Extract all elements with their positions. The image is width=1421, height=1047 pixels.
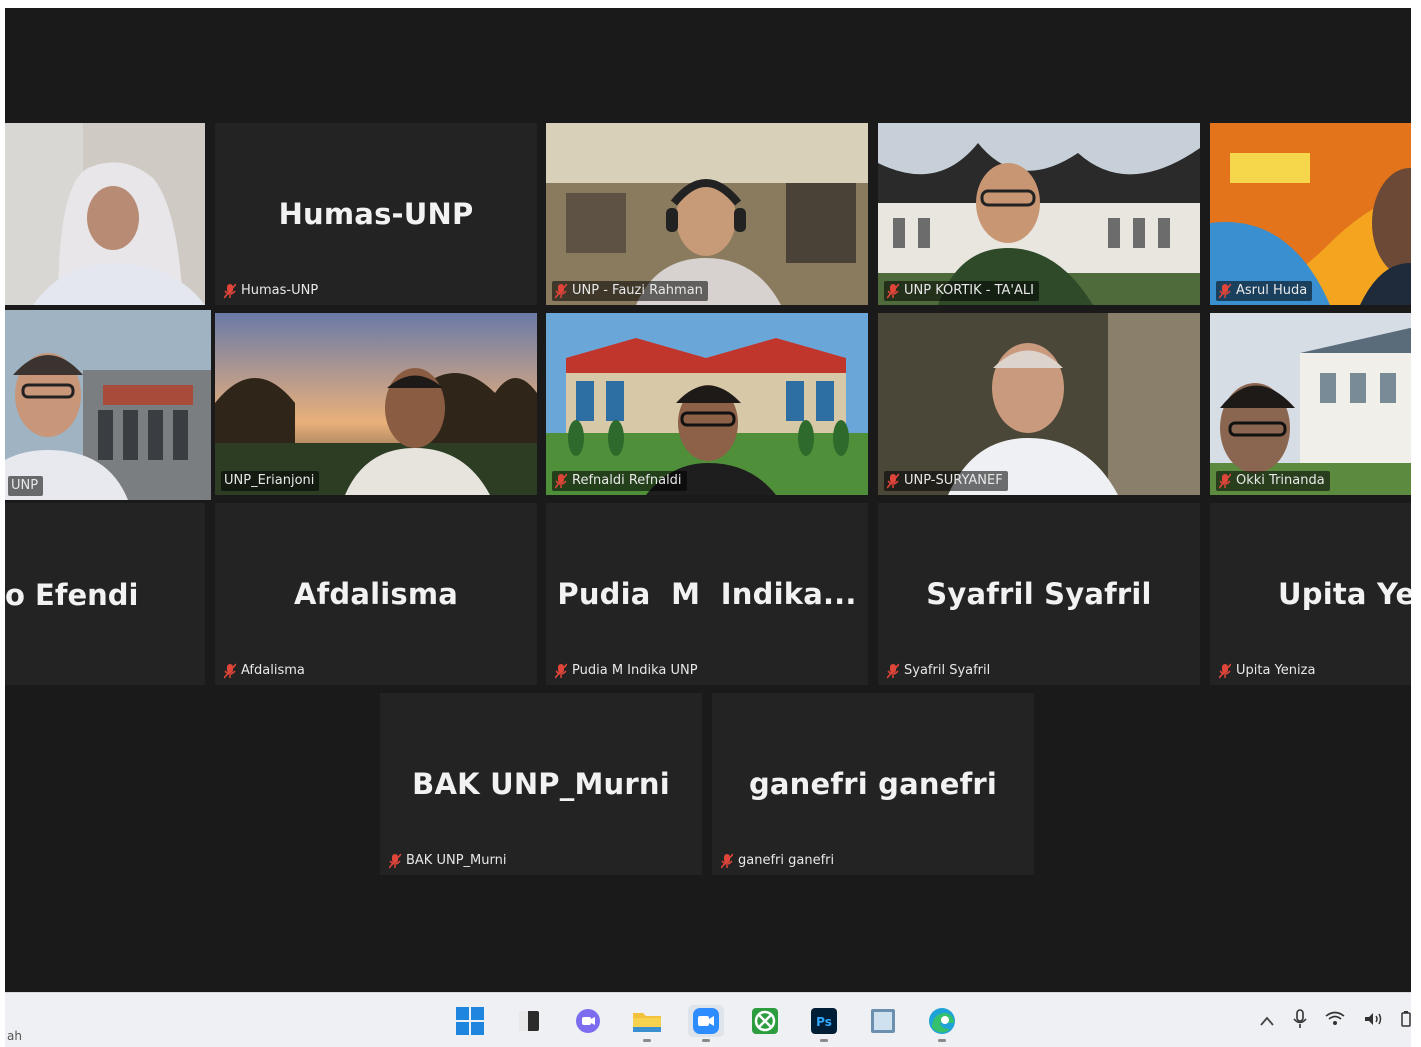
muted-mic-icon (224, 283, 236, 299)
photoshop-icon-text: Ps (816, 1015, 832, 1029)
participant-tile-ganefri[interactable]: ganefri ganefri ganefri ganefri (712, 693, 1034, 875)
participant-video (878, 123, 1200, 305)
participant-video (5, 123, 205, 305)
chat-icon[interactable] (570, 1005, 606, 1037)
participant-label-text: UNP (11, 478, 39, 493)
participant-label: Upita Yeniza (1216, 661, 1320, 681)
participant-label-text: Afdalisma (241, 663, 305, 678)
participant-tile-asrul-huda[interactable]: Asrul Huda (1210, 123, 1411, 305)
participant-tile-okki-trinanda[interactable]: Okki Trinanda (1210, 313, 1411, 495)
participant-tile-kortik[interactable]: UNP KORTIK - TA'ALI (878, 123, 1200, 305)
participant-name-display: Syafril Syafril (926, 577, 1152, 611)
participant-video (1210, 123, 1411, 305)
participant-tile-humas-unp[interactable]: Humas-UNP Humas-UNP (215, 123, 537, 305)
participant-label: UNP KORTIK - TA'ALI (884, 281, 1039, 301)
muted-mic-icon (555, 663, 567, 679)
participant-label: ganefri ganefri (718, 851, 839, 871)
participant-label: Humas-UNP (221, 281, 323, 301)
participant-name-display: Upita Yer (1278, 577, 1411, 611)
wifi-icon[interactable] (1325, 1011, 1345, 1031)
muted-mic-icon (555, 473, 567, 489)
participant-video (546, 123, 868, 305)
taskbar-left-text: ah (7, 1029, 22, 1043)
participant-video (1210, 313, 1411, 495)
participant-label-text: Upita Yeniza (1236, 663, 1316, 678)
participant-label: Okki Trinanda (1216, 471, 1330, 491)
participant-label-text: UNP-SURYANEF (904, 473, 1003, 488)
muted-mic-icon (1219, 283, 1231, 299)
windows-taskbar: ah Ps (5, 992, 1411, 1047)
participant-name-display: Afdalisma (293, 577, 459, 611)
participant-tile-afdalisma[interactable]: Afdalisma Afdalisma (215, 503, 537, 685)
notepad-icon[interactable] (865, 1005, 901, 1037)
muted-mic-icon (555, 283, 567, 299)
participant-tile-suryanef[interactable]: UNP-SURYANEF (878, 313, 1200, 495)
muted-mic-icon (389, 853, 401, 869)
zoom-meeting-window: Humas-UNP Humas-UNP UNP - Fauzi Rahman U… (5, 8, 1411, 992)
participant-label-text: Refnaldi Refnaldi (572, 473, 682, 488)
participant-label-text: Humas-UNP (241, 283, 319, 298)
participant-label: Afdalisma (221, 661, 310, 681)
participant-name-display: BAK UNP_Murni (412, 767, 670, 801)
windows-start-icon[interactable] (452, 1005, 488, 1037)
participant-name-display: Humas-UNP (278, 197, 474, 231)
participant-label-text: UNP KORTIK - TA'ALI (904, 283, 1034, 298)
participant-tile-syafril[interactable]: Syafril Syafril Syafril Syafril (878, 503, 1200, 685)
participant-label: Asrul Huda (1216, 281, 1313, 301)
participant-label: UNP_Erianjoni (221, 471, 320, 491)
participant-tile-1[interactable] (5, 123, 205, 305)
participant-label-text: Asrul Huda (1236, 283, 1308, 298)
file-explorer-icon[interactable] (511, 1005, 547, 1037)
participant-name-display-efendi: o Efendi (5, 578, 139, 612)
folder-icon[interactable] (629, 1005, 665, 1042)
chevron-up-icon[interactable] (1259, 1012, 1275, 1031)
xbox-icon[interactable] (747, 1005, 783, 1037)
participant-tile-bak-unp-murni[interactable]: BAK UNP_Murni BAK UNP_Murni (380, 693, 702, 875)
participant-label-text: UNP_Erianjoni (224, 473, 315, 488)
participant-video (546, 313, 868, 495)
system-tray (1259, 1009, 1411, 1033)
volume-icon[interactable] (1363, 1011, 1383, 1031)
muted-mic-icon (721, 853, 733, 869)
participant-label-text: UNP - Fauzi Rahman (572, 283, 703, 298)
participant-label: BAK UNP_Murni (386, 851, 511, 871)
participant-label-text: Pudia M Indika UNP (572, 663, 698, 678)
participant-tile-refnaldi[interactable]: Refnaldi Refnaldi (546, 313, 868, 495)
participant-label: Pudia M Indika UNP (552, 661, 703, 681)
participant-tile-erianjoni[interactable]: UNP_Erianjoni (215, 313, 537, 495)
participant-video (215, 313, 537, 495)
photoshop-icon[interactable]: Ps (806, 1005, 842, 1042)
muted-mic-icon (887, 473, 899, 489)
muted-mic-icon (887, 663, 899, 679)
participant-video (5, 310, 211, 500)
participant-label: Syafril Syafril (884, 661, 995, 681)
participant-label-text: Okki Trinanda (1236, 473, 1325, 488)
muted-mic-icon (887, 283, 899, 299)
participant-label-text: ganefri ganefri (738, 853, 835, 868)
participant-video (878, 313, 1200, 495)
muted-mic-icon (1219, 473, 1231, 489)
participant-label: UNP-SURYANEF (884, 471, 1008, 491)
participant-label: Refnaldi Refnaldi (552, 471, 687, 491)
muted-mic-icon (1219, 663, 1231, 679)
participant-tile-upita[interactable]: Upita Yer Upita Yeniza (1210, 503, 1411, 685)
edge-icon[interactable] (924, 1005, 960, 1042)
participant-label: UNP (8, 476, 44, 496)
participant-tile-active-speaker[interactable]: UNP (5, 310, 211, 500)
participant-name-display: Pudia M Indika... (557, 577, 857, 611)
zoom-icon[interactable] (688, 1005, 724, 1042)
battery-icon[interactable] (1401, 1011, 1411, 1031)
participant-name-display: ganefri ganefri (748, 767, 998, 801)
participant-label-text: BAK UNP_Murni (406, 853, 507, 868)
participant-label: UNP - Fauzi Rahman (552, 281, 708, 301)
participant-label-text: Syafril Syafril (904, 663, 991, 678)
participant-tile-fauzi-rahman[interactable]: UNP - Fauzi Rahman (546, 123, 868, 305)
muted-mic-icon (224, 663, 236, 679)
taskbar-apps: Ps (452, 1005, 960, 1042)
participant-tile-pudia[interactable]: Pudia M Indika... Pudia M Indika UNP (546, 503, 868, 685)
microphone-icon[interactable] (1293, 1009, 1307, 1033)
